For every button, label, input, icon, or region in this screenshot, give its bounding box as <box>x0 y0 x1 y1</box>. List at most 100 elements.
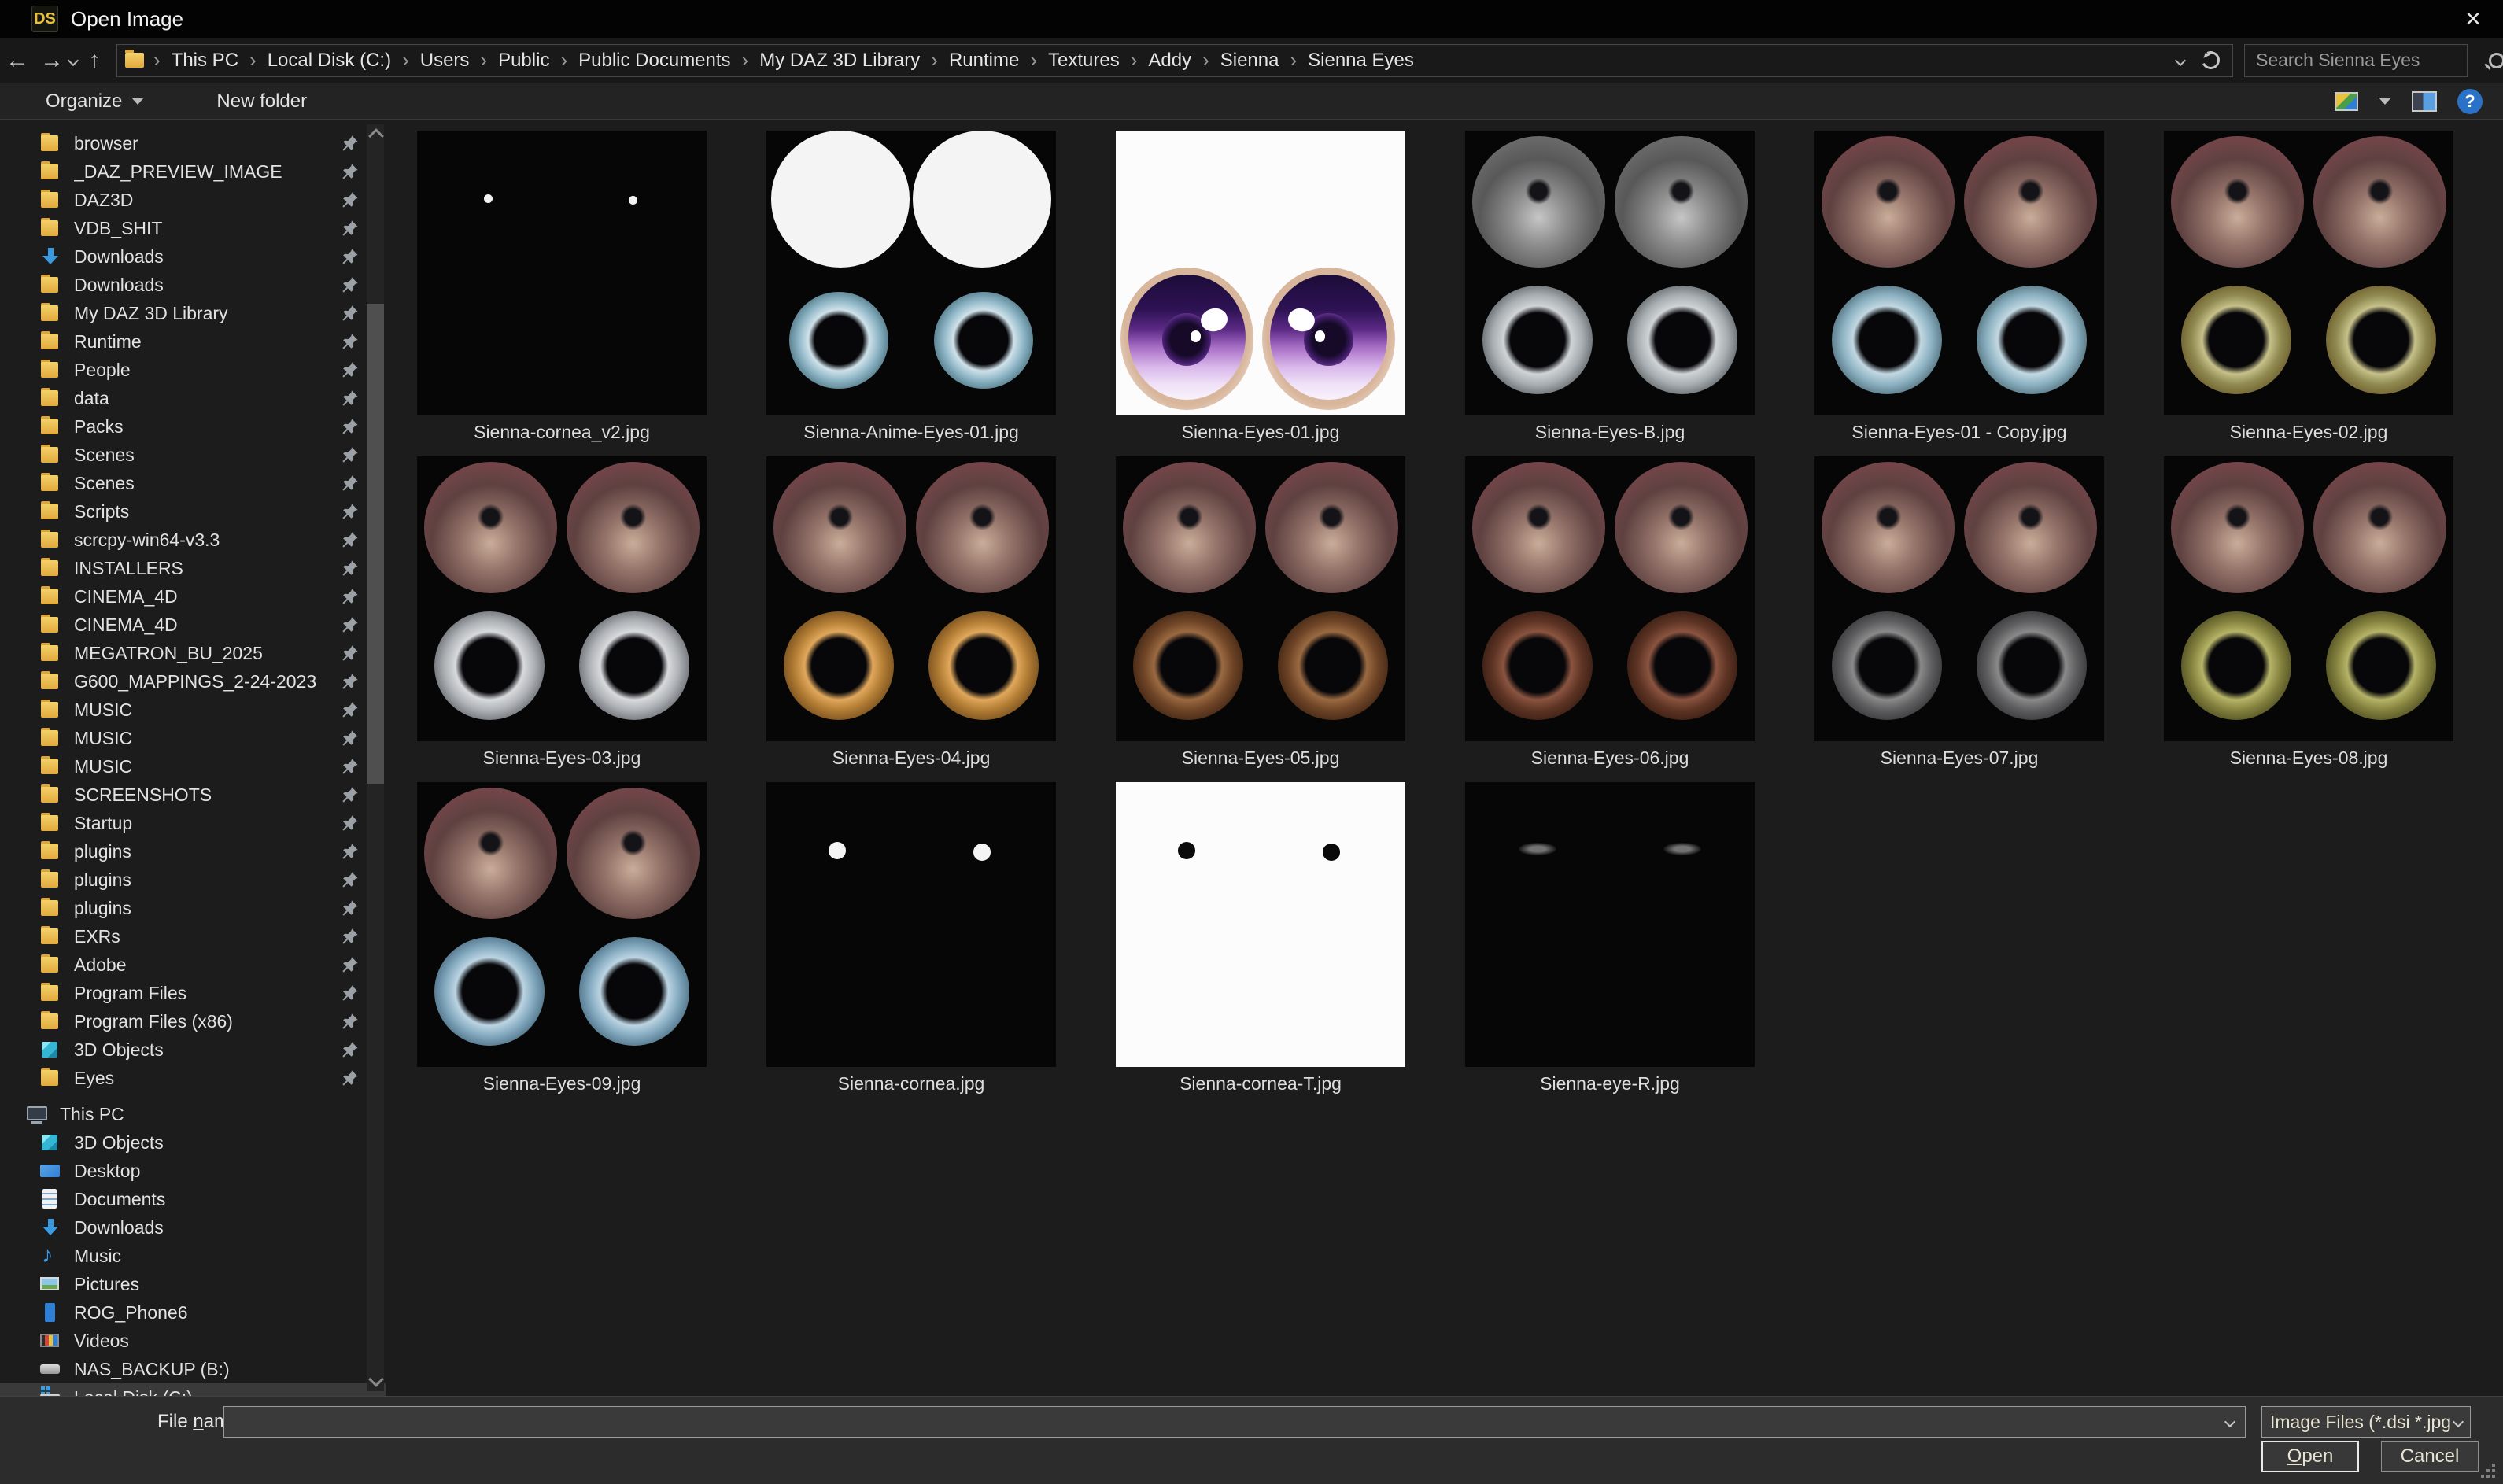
breadcrumb-item[interactable]: This PC <box>165 50 245 72</box>
sidebar-item-program-files-x86[interactable]: Program Files (x86) <box>0 1007 386 1035</box>
sidebar-item-plugins[interactable]: plugins <box>0 837 386 866</box>
pin-icon[interactable] <box>341 1013 359 1030</box>
sidebar-item-people[interactable]: People <box>0 356 386 384</box>
pin-icon[interactable] <box>341 474 359 492</box>
pin-icon[interactable] <box>341 729 359 747</box>
breadcrumb-item[interactable]: Runtime <box>943 50 1025 72</box>
file-tile[interactable] <box>1465 782 1755 1067</box>
change-view-icon[interactable] <box>2335 92 2358 111</box>
sidebar-item-scenes[interactable]: Scenes <box>0 441 386 469</box>
scroll-up-icon[interactable] <box>368 128 384 144</box>
pin-icon[interactable] <box>341 418 359 435</box>
sidebar-item-videos[interactable]: Videos <box>0 1327 386 1355</box>
pin-icon[interactable] <box>341 503 359 520</box>
pin-icon[interactable] <box>341 446 359 463</box>
address-bar[interactable]: ›This PC›Local Disk (C:)›Users›Public›Pu… <box>116 44 2233 77</box>
sidebar-item-3d-objects[interactable]: 3D Objects <box>0 1128 386 1157</box>
pin-icon[interactable] <box>341 248 359 265</box>
file-tile[interactable] <box>1116 131 1405 415</box>
sidebar-item-downloads[interactable]: Downloads <box>0 271 386 299</box>
pin-icon[interactable] <box>341 673 359 690</box>
sidebar-item-g600-mappings-2-24-2023[interactable]: G600_MAPPINGS_2-24-2023 <box>0 667 386 696</box>
sidebar-item-music[interactable]: MUSIC <box>0 724 386 752</box>
pin-icon[interactable] <box>341 588 359 605</box>
sidebar-item-downloads[interactable]: Downloads <box>0 242 386 271</box>
breadcrumb-item[interactable]: Sienna <box>1214 50 1286 72</box>
pin-icon[interactable] <box>341 899 359 917</box>
sidebar-item-my-daz-3d-library[interactable]: My DAZ 3D Library <box>0 299 386 327</box>
file-tile[interactable] <box>417 782 707 1067</box>
pin-icon[interactable] <box>341 786 359 803</box>
sidebar-item-local-disk-c[interactable]: Local Disk (C:) <box>0 1383 386 1396</box>
sidebar-item-scripts[interactable]: Scripts <box>0 497 386 526</box>
scrollbar-thumb[interactable] <box>367 304 384 784</box>
sidebar-item-browser[interactable]: browser <box>0 129 386 157</box>
sidebar-item-music[interactable]: MUSIC <box>0 696 386 724</box>
search-box[interactable] <box>2244 44 2468 77</box>
sidebar-item-daz-preview-image[interactable]: _DAZ_PREVIEW_IMAGE <box>0 157 386 186</box>
close-icon[interactable]: × <box>2443 0 2503 38</box>
pin-icon[interactable] <box>341 984 359 1002</box>
pin-icon[interactable] <box>341 135 359 152</box>
sidebar-item-scrcpy-win64-v3-3[interactable]: scrcpy-win64-v3.3 <box>0 526 386 554</box>
breadcrumb-item[interactable]: Addy <box>1142 50 1198 72</box>
pin-icon[interactable] <box>341 956 359 973</box>
forward-icon[interactable]: → <box>35 47 69 74</box>
scroll-down-icon[interactable] <box>368 1371 384 1387</box>
sidebar-item-runtime[interactable]: Runtime <box>0 327 386 356</box>
search-icon[interactable] <box>2489 53 2503 68</box>
sidebar-item-downloads[interactable]: Downloads <box>0 1213 386 1242</box>
file-tile[interactable] <box>1116 782 1405 1067</box>
breadcrumb-item[interactable]: Textures <box>1042 50 1126 72</box>
sidebar-item-installers[interactable]: INSTALLERS <box>0 554 386 582</box>
sidebar-scrollbar[interactable] <box>367 124 384 1391</box>
view-options-caret-icon[interactable] <box>2379 98 2391 105</box>
breadcrumb-item[interactable]: Public Documents <box>572 50 737 72</box>
pin-icon[interactable] <box>341 616 359 633</box>
sidebar-item-cinema-4d[interactable]: CINEMA_4D <box>0 582 386 611</box>
pin-icon[interactable] <box>341 333 359 350</box>
breadcrumb-item[interactable]: Public <box>492 50 556 72</box>
sidebar-item-vdb-shit[interactable]: VDB_SHIT <box>0 214 386 242</box>
sidebar-item-rog-phone6[interactable]: ROG_Phone6 <box>0 1298 386 1327</box>
pin-icon[interactable] <box>341 871 359 888</box>
sidebar-item-plugins[interactable]: plugins <box>0 894 386 922</box>
breadcrumb-item[interactable]: Users <box>414 50 476 72</box>
breadcrumb-item[interactable]: Local Disk (C:) <box>261 50 397 72</box>
file-tile[interactable] <box>2164 131 2453 415</box>
file-name-input[interactable] <box>224 1411 2226 1433</box>
pin-icon[interactable] <box>341 843 359 860</box>
sidebar-item-desktop[interactable]: Desktop <box>0 1157 386 1185</box>
sidebar-item-pictures[interactable]: Pictures <box>0 1270 386 1298</box>
resize-grip[interactable] <box>2481 1464 2495 1478</box>
sidebar-item-3d-objects[interactable]: 3D Objects <box>0 1035 386 1064</box>
file-tile[interactable] <box>2164 456 2453 741</box>
pin-icon[interactable] <box>341 163 359 180</box>
refresh-icon[interactable] <box>2199 49 2222 72</box>
sidebar-item-nas-backup-b[interactable]: NAS_BACKUP (B:) <box>0 1355 386 1383</box>
pin-icon[interactable] <box>341 644 359 662</box>
file-type-select[interactable]: Image Files (*.dsi *.jpg *.jpeg *. <box>2261 1406 2471 1438</box>
file-name-dropdown-chevron-icon[interactable] <box>2224 1416 2235 1427</box>
file-tile[interactable] <box>417 131 707 415</box>
help-icon[interactable]: ? <box>2457 89 2483 114</box>
preview-pane-icon[interactable] <box>2412 91 2437 112</box>
pin-icon[interactable] <box>341 814 359 832</box>
breadcrumb-item[interactable]: Sienna Eyes <box>1301 50 1420 72</box>
file-tile[interactable] <box>1465 131 1755 415</box>
sidebar-item-megatron-bu-2025[interactable]: MEGATRON_BU_2025 <box>0 639 386 667</box>
pin-icon[interactable] <box>341 220 359 237</box>
pin-icon[interactable] <box>341 1041 359 1058</box>
sidebar-item-plugins[interactable]: plugins <box>0 866 386 894</box>
pin-icon[interactable] <box>341 361 359 378</box>
file-tile[interactable] <box>766 456 1056 741</box>
sidebar-item-packs[interactable]: Packs <box>0 412 386 441</box>
address-dropdown-chevron-icon[interactable] <box>2175 54 2186 65</box>
file-tile[interactable] <box>766 131 1056 415</box>
sidebar-item-screenshots[interactable]: SCREENSHOTS <box>0 781 386 809</box>
pin-icon[interactable] <box>341 191 359 209</box>
new-folder-button[interactable]: New folder <box>216 90 307 113</box>
pin-icon[interactable] <box>341 531 359 548</box>
cancel-button[interactable]: Cancel <box>2381 1441 2479 1472</box>
sidebar-item-program-files[interactable]: Program Files <box>0 979 386 1007</box>
